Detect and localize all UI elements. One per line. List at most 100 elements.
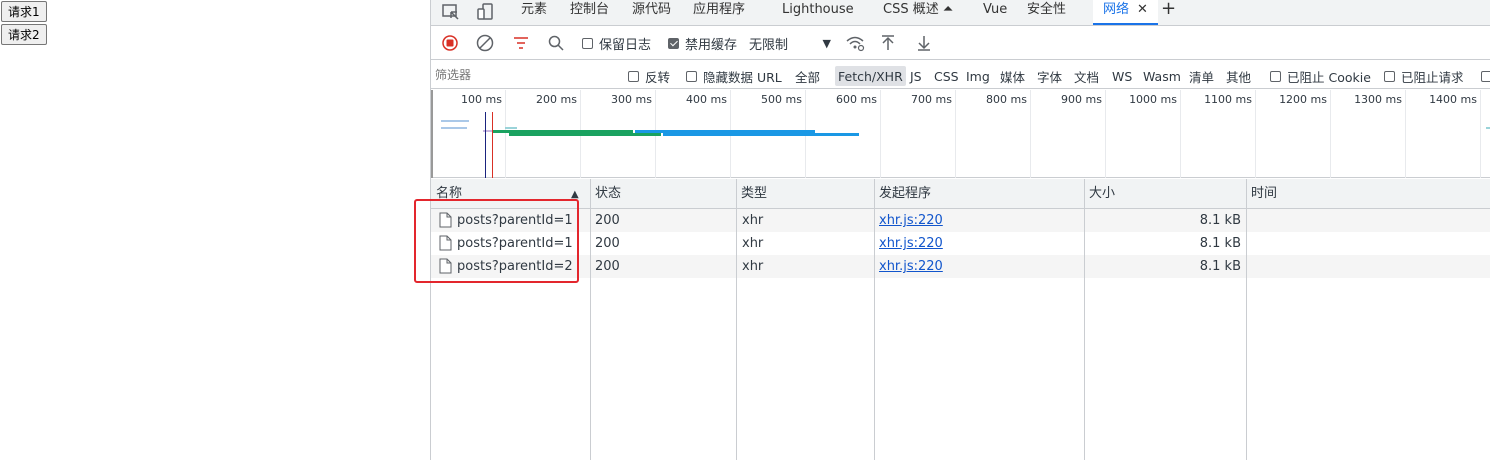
request-status: 200 — [595, 213, 620, 228]
tick-label: 1200 ms — [1279, 93, 1327, 106]
load-line — [492, 112, 493, 178]
filter-type-doc[interactable]: 文档 — [1074, 67, 1099, 85]
request-name[interactable]: posts?parentId=2 — [457, 255, 573, 278]
blocked-requests-label: 已阻止请求 — [1401, 69, 1464, 85]
timeline-tick: 1100 ms — [1181, 90, 1256, 178]
filter-type-ws[interactable]: WS — [1112, 67, 1132, 85]
sort-ascending-icon: ▲ — [571, 189, 579, 200]
disable-cache-label: 禁用缓存 — [685, 37, 738, 53]
hide-data-urls-checkbox[interactable]: 隐藏数据 URL — [686, 67, 782, 85]
column-divider[interactable] — [1084, 179, 1085, 460]
filter-type-all[interactable]: 全部 — [795, 67, 820, 85]
third-party-box[interactable] — [1481, 70, 1490, 82]
overview-bar — [1486, 127, 1490, 129]
blocked-cookies-checkbox[interactable]: 已阻止 Cookie — [1270, 67, 1371, 85]
tick-label: 300 ms — [611, 93, 652, 106]
filter-type-fetch-xhr[interactable]: Fetch/XHR — [835, 66, 906, 86]
request-status: 200 — [595, 259, 620, 274]
request-name[interactable]: posts?parentId=1 — [457, 209, 573, 232]
blocked-cookies-box[interactable] — [1270, 70, 1281, 82]
col-header-status[interactable]: 状态 — [590, 179, 621, 209]
tab-network-label: 网络 — [1103, 2, 1130, 17]
filter-type-js[interactable]: JS — [910, 67, 922, 85]
request-initiator-link[interactable]: xhr.js:220 — [879, 209, 943, 232]
record-icon[interactable] — [441, 33, 459, 53]
tab-sources[interactable]: 源代码 — [632, 0, 671, 25]
hide-data-urls-box[interactable] — [686, 70, 697, 82]
request-2-button[interactable]: 请求2 — [1, 24, 47, 45]
request-initiator-link[interactable]: xhr.js:220 — [879, 232, 943, 255]
filter-input[interactable] — [435, 65, 615, 85]
col-header-type[interactable]: 类型 — [736, 179, 767, 209]
dropdown-arrow-icon: ▼ — [822, 36, 831, 50]
filter-type-media[interactable]: 媒体 — [1000, 67, 1025, 85]
throttle-value: 无限制 — [749, 37, 789, 53]
hide-data-urls-label: 隐藏数据 URL — [703, 69, 782, 85]
overview-bar — [663, 133, 859, 136]
tab-elements[interactable]: 元素 — [521, 0, 547, 25]
filter-type-font[interactable]: 字体 — [1037, 67, 1062, 85]
tab-network[interactable]: 网络 ✕ — [1093, 0, 1158, 25]
export-har-icon[interactable] — [915, 33, 933, 53]
import-har-icon[interactable] — [879, 33, 897, 53]
file-icon — [439, 235, 452, 251]
tab-application[interactable]: 应用程序 — [693, 0, 745, 25]
clear-icon[interactable] — [476, 33, 494, 53]
tick-label: 1400 ms — [1429, 93, 1477, 106]
third-party-checkbox[interactable] — [1481, 67, 1490, 85]
request-name[interactable]: posts?parentId=1 — [457, 232, 573, 255]
tick-label: 800 ms — [986, 93, 1027, 106]
col-header-initiator[interactable]: 发起程序 — [874, 179, 931, 209]
blocked-requests-box[interactable] — [1384, 70, 1395, 82]
invert-label: 反转 — [645, 69, 671, 85]
disable-cache-checkbox[interactable]: 禁用缓存 — [668, 33, 737, 53]
tick-label: 1300 ms — [1354, 93, 1402, 106]
tab-lighthouse[interactable]: Lighthouse — [782, 0, 854, 25]
timeline-tick: 1400 ms — [1406, 90, 1481, 178]
tick-label: 500 ms — [761, 93, 802, 106]
request-1-button[interactable]: 请求1 — [1, 1, 47, 22]
search-icon[interactable] — [547, 33, 565, 53]
filter-type-manifest[interactable]: 清单 — [1189, 67, 1214, 85]
device-toolbar-icon[interactable] — [476, 2, 496, 22]
tab-console[interactable]: 控制台 — [570, 0, 609, 25]
filter-type-other[interactable]: 其他 — [1226, 67, 1251, 85]
overview-bar — [509, 133, 661, 136]
overview-start-marker — [431, 90, 433, 178]
request-type: xhr — [742, 236, 764, 251]
col-header-time[interactable]: 时间 — [1246, 179, 1277, 209]
invert-box[interactable] — [628, 70, 639, 82]
filter-type-wasm[interactable]: Wasm — [1143, 67, 1181, 85]
throttle-select[interactable]: 无限制 ▼ — [749, 33, 831, 53]
invert-checkbox[interactable]: 反转 — [628, 67, 670, 85]
domcontentloaded-line — [485, 112, 486, 178]
tab-vue[interactable]: Vue — [983, 0, 1007, 25]
col-header-size[interactable]: 大小 — [1084, 179, 1115, 209]
overview-bar — [441, 120, 469, 122]
column-divider[interactable] — [736, 179, 737, 460]
column-divider[interactable] — [590, 179, 591, 460]
file-icon — [439, 212, 452, 228]
request-initiator-link[interactable]: xhr.js:220 — [879, 255, 943, 278]
filter-icon[interactable] — [512, 33, 530, 53]
blocked-requests-checkbox[interactable]: 已阻止请求 — [1384, 67, 1464, 85]
timeline-tick: 800 ms — [956, 90, 1031, 178]
inspect-element-icon[interactable] — [441, 2, 461, 22]
network-conditions-icon[interactable] — [845, 33, 865, 53]
filter-type-img[interactable]: Img — [966, 67, 990, 85]
network-overview[interactable]: 100 ms 200 ms 300 ms 400 ms 500 ms 600 m… — [431, 90, 1490, 178]
filter-type-css[interactable]: CSS — [934, 67, 959, 85]
disable-cache-box[interactable] — [668, 37, 679, 49]
column-divider[interactable] — [874, 179, 875, 460]
add-tab-icon[interactable]: + — [1161, 0, 1176, 25]
tick-label: 900 ms — [1061, 93, 1102, 106]
close-icon[interactable]: ✕ — [1137, 2, 1148, 17]
preserve-log-box[interactable] — [582, 37, 593, 49]
devtools-tabbar: 元素 控制台 源代码 应用程序 Lighthouse CSS 概述 ⏶ Vue … — [431, 0, 1490, 26]
column-divider[interactable] — [1246, 179, 1247, 460]
file-icon — [439, 258, 452, 274]
tab-security[interactable]: 安全性 — [1027, 0, 1066, 25]
col-header-name[interactable]: 名称 — [431, 179, 462, 209]
tab-css-overview[interactable]: CSS 概述 ⏶ — [883, 0, 953, 25]
preserve-log-checkbox[interactable]: 保留日志 — [582, 33, 651, 53]
